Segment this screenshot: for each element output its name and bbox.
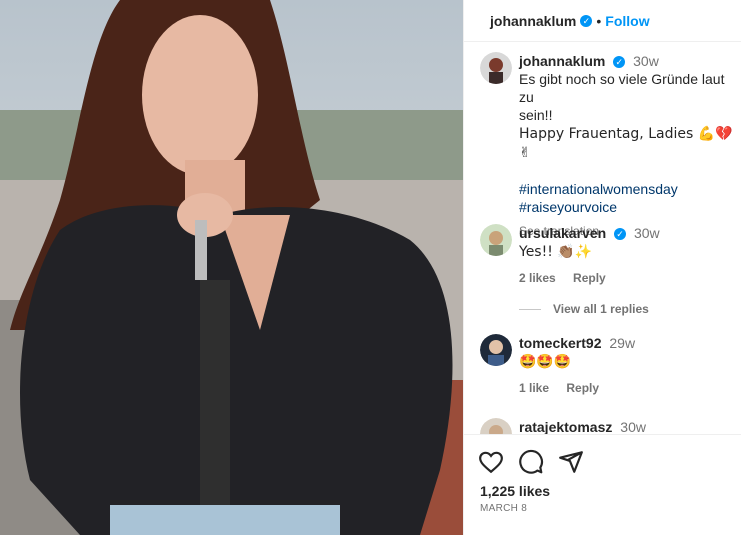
avatar[interactable] xyxy=(480,418,512,434)
verified-badge-icon: ✓ xyxy=(613,56,626,69)
caption-text-line3: Happy Frauentag, Ladies 💪💔✌ xyxy=(519,126,733,161)
action-bar: 1,225 likes MARCH 8 xyxy=(464,434,741,536)
avatar[interactable] xyxy=(480,52,512,84)
reply-button[interactable]: Reply xyxy=(566,381,599,395)
reply-button[interactable]: Reply xyxy=(573,271,606,285)
avatar[interactable] xyxy=(480,224,512,256)
comment-time[interactable]: 30w xyxy=(634,225,660,241)
comment-text: Yes!! 👏🏽✨ xyxy=(519,244,593,260)
comment-username[interactable]: tomeckert92 xyxy=(519,335,602,351)
hashtag-link[interactable]: #internationalwomensday xyxy=(519,181,678,197)
header-username[interactable]: johannaklum xyxy=(490,13,576,29)
verified-badge-icon: ✓ xyxy=(614,228,627,241)
view-replies-button[interactable]: View all 1 replies xyxy=(519,302,649,316)
post-photo[interactable] xyxy=(0,0,463,535)
caption-username[interactable]: johannaklum xyxy=(519,53,605,69)
share-icon[interactable] xyxy=(558,449,584,475)
comment-time[interactable]: 29w xyxy=(609,335,635,351)
caption-text-line1: Es gibt noch so viele Gründe laut zu xyxy=(519,71,725,105)
comment-username[interactable]: ursulakarven xyxy=(519,225,606,241)
post-date[interactable]: MARCH 8 xyxy=(480,503,527,514)
heart-icon[interactable] xyxy=(478,449,504,475)
comment-icon[interactable] xyxy=(518,449,544,475)
caption-text-line2: sein!! xyxy=(519,107,553,123)
comment-text: 🤩🤩🤩 xyxy=(519,354,572,370)
likes-count[interactable]: 1,225 likes xyxy=(480,483,550,499)
verified-badge-icon: ✓ xyxy=(580,14,593,27)
comment-likes[interactable]: 2 likes xyxy=(519,271,556,285)
follow-button[interactable]: Follow xyxy=(605,13,649,29)
comment-time[interactable]: 30w xyxy=(620,419,646,434)
comment-likes[interactable]: 1 like xyxy=(519,381,549,395)
replies-line xyxy=(519,309,541,311)
caption-time[interactable]: 30w xyxy=(633,53,659,69)
view-replies-label: View all 1 replies xyxy=(553,302,649,316)
avatar[interactable] xyxy=(480,334,512,366)
post-side-panel: johannaklum ✓ • Follow johannaklum ✓ 30w… xyxy=(464,0,741,535)
post-header: johannaklum ✓ • Follow xyxy=(464,0,741,42)
comment-username[interactable]: ratajektomasz xyxy=(519,419,612,434)
hashtag-link[interactable]: #raiseyourvoice xyxy=(519,199,617,215)
comments-list[interactable]: johannaklum ✓ 30w Es gibt noch so viele … xyxy=(464,42,741,434)
separator-dot: • xyxy=(596,12,602,29)
